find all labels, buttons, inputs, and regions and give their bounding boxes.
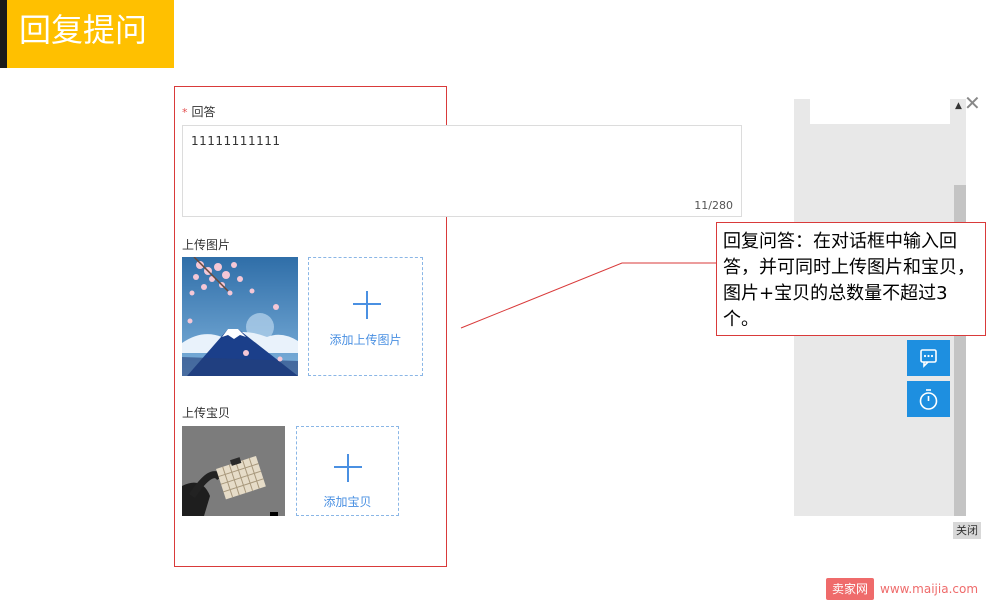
- panel-header-notch: [810, 99, 950, 124]
- uploaded-image-thumbnail[interactable]: [182, 257, 298, 376]
- plus-icon: [334, 454, 362, 482]
- timer-button[interactable]: [907, 381, 950, 417]
- watermark-url: www.maijia.com: [880, 582, 979, 596]
- answer-textarea[interactable]: 11111111111 11/280: [182, 125, 742, 217]
- upload-images-label: 上传图片: [182, 238, 231, 252]
- add-item-button[interactable]: 添加宝贝: [296, 426, 399, 516]
- char-counter: 11/280: [694, 199, 733, 212]
- watermark: 卖家网 www.maijia.com: [826, 578, 978, 600]
- answer-label-text: 回答: [191, 105, 216, 119]
- add-image-button[interactable]: 添加上传图片: [308, 257, 423, 376]
- required-mark: *: [182, 106, 188, 119]
- page-title: 回复提问: [19, 11, 148, 49]
- chat-button[interactable]: [907, 340, 950, 376]
- callout-text: 回复问答：在对话框中输入回答，并可同时上传图片和宝贝，图片+宝贝的总数量不超过3…: [723, 231, 975, 330]
- watermark-brand: 卖家网: [826, 578, 875, 600]
- stopwatch-icon: [919, 389, 938, 410]
- callout-box: 回复问答：在对话框中输入回答，并可同时上传图片和宝贝，图片+宝贝的总数量不超过3…: [716, 222, 986, 336]
- chat-bubble-icon: [920, 349, 937, 368]
- answer-label: * 回答: [182, 103, 216, 120]
- uploaded-item-thumbnail[interactable]: [182, 426, 285, 516]
- add-item-label: 添加宝贝: [323, 495, 372, 509]
- add-image-label: 添加上传图片: [329, 333, 402, 347]
- scroll-up-arrow-icon[interactable]: ▲: [955, 101, 962, 111]
- title-banner: 回复提问: [0, 0, 174, 68]
- answer-value: 11111111111: [191, 134, 281, 148]
- close-button[interactable]: 关闭: [953, 522, 981, 539]
- plus-icon: [353, 291, 381, 319]
- handbag-image: [182, 426, 285, 516]
- close-x-icon[interactable]: ✕: [964, 92, 981, 114]
- upload-items-label: 上传宝贝: [182, 406, 231, 420]
- fuji-sakura-image: [182, 257, 298, 376]
